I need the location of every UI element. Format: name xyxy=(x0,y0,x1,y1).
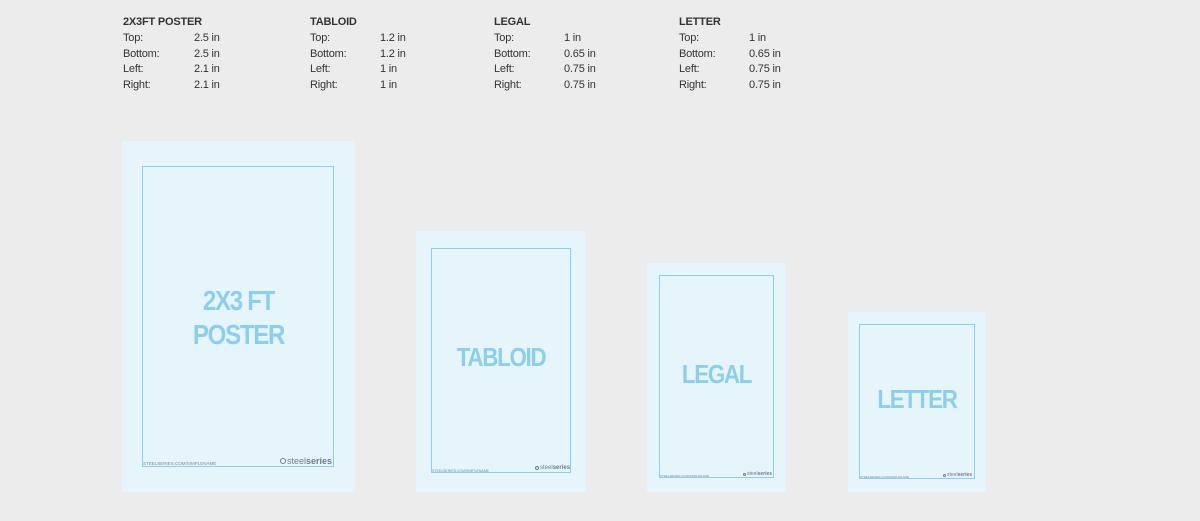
spec-title: LETTER xyxy=(679,16,721,28)
spec-row-bottom: Bottom: 0.65 in xyxy=(679,47,781,63)
sheet-size-label: TABLOID xyxy=(428,342,574,372)
logo-mark-icon xyxy=(280,458,286,464)
spec-key: Top: xyxy=(679,32,699,44)
spec-row-right: Right: 2.1 in xyxy=(123,78,220,94)
spec-key: Right: xyxy=(679,78,707,91)
footer-url: steelseries.com/simplename xyxy=(143,461,217,466)
spec-value: 0.75 in xyxy=(749,78,781,91)
spec-row-right: Right: 0.75 in xyxy=(494,78,596,94)
spec-letter: LETTER Top: 1 in Bottom: 0.65 in Left: 0.75… xyxy=(679,14,781,93)
sheet-letter: LETTER steelseries.com/simplename steel s… xyxy=(848,312,986,492)
brand-bold: series xyxy=(306,456,333,466)
spec-row-left: Left: 0.75 in xyxy=(679,62,781,78)
brand-bold: series xyxy=(757,471,773,477)
sheet-size-label: LETTER xyxy=(858,384,977,414)
spec-row-top: Top: 1 in xyxy=(494,31,596,47)
spec-legal: LEGAL Top: 1 in Bottom: 0.65 in Left: 0.75 … xyxy=(494,14,596,93)
brand-light: steel xyxy=(540,465,553,471)
footer-url: steelseries.com/simplename xyxy=(432,469,489,473)
spec-tabloid: TABLOID Top: 1.2 in Bottom: 1.2 in Left: 1 … xyxy=(310,14,406,93)
spec-value: 0.65 in xyxy=(564,47,596,60)
spec-row-top: Top: 1.2 in xyxy=(310,31,406,47)
spec-row-top: Top: 1 in xyxy=(679,31,781,47)
spec-title: 2X3FT POSTER xyxy=(123,16,202,28)
steelseries-logo: steel series xyxy=(743,471,772,477)
spec-row-left: Left: 2.1 in xyxy=(123,62,220,78)
sheet-size-label: LEGAL xyxy=(657,359,777,389)
spec-value: 0.75 in xyxy=(749,63,781,75)
brand-bold: series xyxy=(552,465,571,471)
spec-key: Top: xyxy=(123,32,143,44)
spec-value: 1 in xyxy=(564,32,581,44)
footer-url: steelseries.com/simplename xyxy=(860,475,909,479)
brand-light: steel xyxy=(747,471,758,477)
spec-row-top: Top: 2.5 in xyxy=(123,31,220,47)
sheet-2x3ft-poster: 2X3 FT POSTER steelseries.com/simplename… xyxy=(122,141,355,492)
spec-row-bottom: Bottom: 2.5 in xyxy=(123,47,220,63)
label-line-1: TABLOID xyxy=(456,342,547,372)
spec-value: 2.5 in xyxy=(194,47,220,60)
spec-value: 1 in xyxy=(380,63,397,75)
brand-light: steel xyxy=(287,456,307,466)
print-margin-guide: 2X3FT POSTER Top: 2.5 in Bottom: 2.5 in Le… xyxy=(0,0,1200,521)
label-line-1: LETTER xyxy=(877,384,958,414)
steelseries-logo: steel series xyxy=(943,472,972,478)
spec-key: Right: xyxy=(494,78,522,91)
spec-key: Bottom: xyxy=(123,47,160,60)
spec-row-right: Right: 0.75 in xyxy=(679,78,781,94)
spec-key: Right: xyxy=(310,78,338,91)
logo-mark-icon xyxy=(743,472,746,476)
spec-value: 1 in xyxy=(380,78,397,91)
spec-row-left: Left: 0.75 in xyxy=(494,62,596,78)
logo-mark-icon xyxy=(943,473,946,477)
spec-key: Bottom: xyxy=(679,47,716,60)
spec-key: Bottom: xyxy=(494,47,531,60)
label-line-2: POSTER xyxy=(192,319,286,350)
spec-value: 1.2 in xyxy=(380,47,406,60)
spec-key: Right: xyxy=(123,78,151,91)
sheet-legal: LEGAL steelseries.com/simplename steel se… xyxy=(647,263,786,492)
spec-key: Top: xyxy=(310,32,330,44)
steelseries-logo: steel series xyxy=(280,456,332,466)
spec-title: LEGAL xyxy=(494,16,531,28)
logo-mark-icon xyxy=(535,466,539,470)
brand-light: steel xyxy=(947,472,958,478)
spec-value: 0.75 in xyxy=(564,63,596,75)
footer-url: steelseries.com/simplename xyxy=(660,474,709,478)
spec-value: 1.2 in xyxy=(380,32,406,44)
spec-key: Left: xyxy=(494,63,515,75)
spec-row-bottom: Bottom: 0.65 in xyxy=(494,47,596,63)
sheet-size-label: 2X3 FT POSTER xyxy=(138,284,338,352)
spec-value: 2.1 in xyxy=(194,63,220,75)
spec-key: Left: xyxy=(310,63,331,75)
spec-row-left: Left: 1 in xyxy=(310,62,406,78)
spec-row-right: Right: 1 in xyxy=(310,78,406,94)
steelseries-logo: steel series xyxy=(535,465,570,471)
spec-value: 2.5 in xyxy=(194,32,220,44)
spec-value: 0.65 in xyxy=(749,47,781,60)
label-line-1: 2X3 FT xyxy=(202,285,276,316)
spec-title: TABLOID xyxy=(310,16,357,28)
spec-key: Top: xyxy=(494,32,514,44)
label-line-1: LEGAL xyxy=(681,359,753,389)
spec-value: 2.1 in xyxy=(194,78,220,91)
spec-value: 1 in xyxy=(749,32,766,44)
sheet-tabloid: TABLOID steelseries.com/simplename steel… xyxy=(416,231,586,492)
brand-bold: series xyxy=(957,472,973,478)
spec-key: Left: xyxy=(679,63,700,75)
spec-key: Bottom: xyxy=(310,47,347,60)
spec-key: Left: xyxy=(123,63,144,75)
spec-value: 0.75 in xyxy=(564,78,596,91)
spec-row-bottom: Bottom: 1.2 in xyxy=(310,47,406,63)
spec-2x3ft-poster: 2X3FT POSTER Top: 2.5 in Bottom: 2.5 in Le… xyxy=(123,14,220,93)
